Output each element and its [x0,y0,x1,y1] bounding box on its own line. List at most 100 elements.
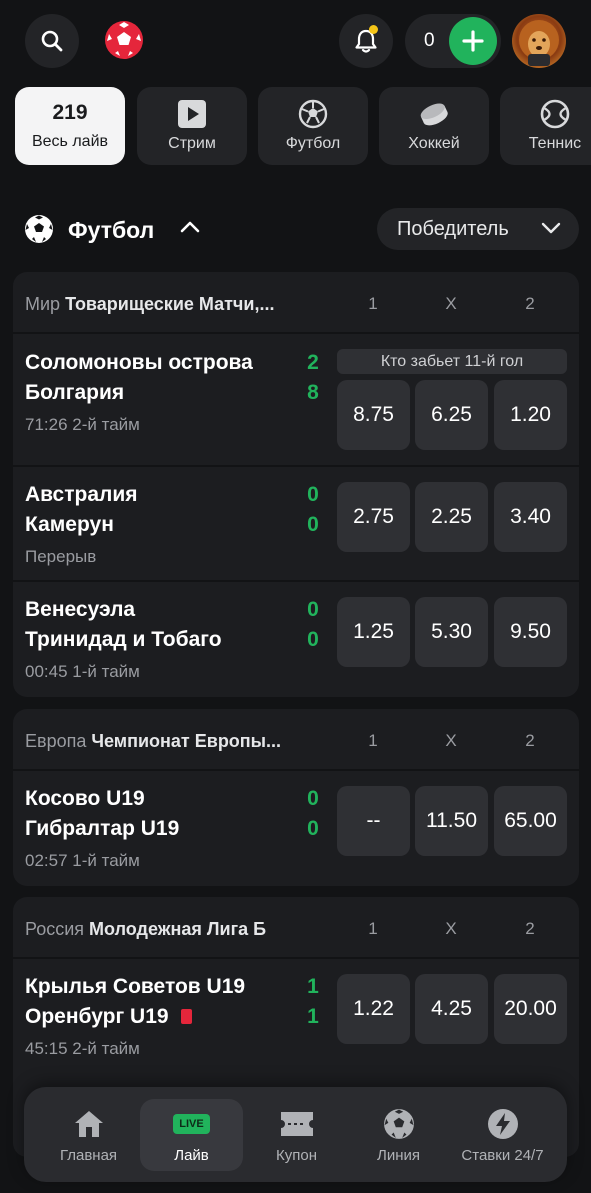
balance-value: 0 [424,30,435,51]
chevron-up-icon[interactable] [180,220,200,234]
odd-button-x[interactable]: 2.25 [415,482,488,552]
search-button[interactable] [25,14,79,68]
match-status: Перерыв [25,547,97,566]
team-away: Камерун [25,513,114,536]
league-name: Россия Молодежная Лига Б [25,919,267,939]
league-card: Мир Товарищеские Матчи,... 1 X 2 Соломон… [13,272,579,697]
odd-button-1[interactable]: 1.25 [337,597,410,667]
tab-all-live[interactable]: 219 Весь лайв [15,87,125,165]
score-away: 8 [307,381,319,404]
column-header-x: X [445,919,457,938]
match-row[interactable]: Крылья Советов U19 Оренбург U19 1 1 45:1… [13,959,579,1074]
tab-hockey[interactable]: Хоккей [379,87,489,165]
team-away: Болгария [25,381,125,404]
score-away: 0 [307,513,319,536]
odd-button-2[interactable]: 1.20 [494,380,567,450]
odd-button-x[interactable]: 5.30 [415,597,488,667]
odd-button-1[interactable]: 2.75 [337,482,410,552]
soccer-ball-icon [383,1109,414,1139]
nav-bets-24-7[interactable]: Ставки 24/7 [451,1099,554,1171]
notification-dot [369,25,378,34]
team-home: Крылья Советов U19 [25,975,246,998]
odd-button-x[interactable]: 4.25 [415,974,488,1044]
lion-avatar-icon [519,20,559,66]
balance-widget[interactable]: 0 [405,14,501,68]
team-away: Гибралтар U19 [25,817,180,840]
soccer-ball-icon [298,99,328,129]
live-count: 219 [52,101,88,124]
team-home: Венесуэла [25,598,136,621]
tab-label: Футбол [285,135,341,152]
league-name: Мир Товарищеские Матчи,... [25,294,275,314]
odd-button-x[interactable]: 6.25 [415,380,488,450]
odd-button-1[interactable]: -- [337,786,410,856]
score-away: 0 [307,817,319,840]
deposit-button[interactable] [449,17,497,65]
team-away: Оренбург U19 [25,1005,192,1029]
match-row[interactable]: Косово U19 Гибралтар U19 0 0 02:57 1-й т… [13,771,579,886]
odd-button-2[interactable]: 3.40 [494,482,567,552]
league-card: Европа Чемпионат Европы... 1 X 2 Косово … [13,709,579,886]
live-icon: LIVE [173,1114,210,1134]
tab-stream[interactable]: Стрим [137,87,247,165]
tab-label: Хоккей [408,135,460,152]
nav-home[interactable]: Главная [37,1099,140,1171]
league-name: Европа Чемпионат Европы... [25,731,282,751]
odd-button-2[interactable]: 20.00 [494,974,567,1044]
market-dropdown[interactable]: Победитель [377,208,579,250]
score-home: 0 [307,598,319,621]
score-home: 0 [307,787,319,810]
score-away: 1 [307,1005,319,1028]
column-header-2: 2 [525,294,535,313]
brand-logo[interactable] [104,20,144,60]
avatar[interactable] [512,14,566,68]
odd-button-1[interactable]: 1.22 [337,974,410,1044]
lightning-icon [487,1109,518,1139]
match-status: 45:15 2-й тайм [25,1039,140,1058]
column-header-1: 1 [368,919,378,938]
bottom-navigation: Главная LIVE Лайв Купон Линия Ставки 24/… [24,1087,567,1182]
nav-line[interactable]: Линия [347,1099,450,1171]
red-card-icon [180,1009,192,1024]
nav-label: Купон [276,1147,317,1164]
search-icon [41,30,63,52]
league-header[interactable]: Россия Молодежная Лига Б 1 X 2 [13,897,579,959]
nav-coupon[interactable]: Купон [245,1099,348,1171]
match-row[interactable]: Венесуэла Тринидад и Тобаго 0 0 00:45 1-… [13,582,579,697]
match-row[interactable]: Австралия Камерун 0 0 Перерыв 2.75 2.25 … [13,467,579,582]
hockey-puck-icon [420,103,448,126]
tab-label: Стрим [168,135,216,152]
nav-label: Главная [59,1147,118,1164]
tennis-ball-icon [540,99,570,129]
score-home: 0 [307,483,319,506]
match-status: 00:45 1-й тайм [25,662,140,681]
score-home: 2 [307,351,319,374]
tab-football[interactable]: Футбол [258,87,368,165]
team-home: Косово U19 [25,787,145,810]
nav-label: Ставки 24/7 [461,1147,544,1164]
league-header[interactable]: Мир Товарищеские Матчи,... 1 X 2 [13,272,579,334]
column-header-2: 2 [525,919,535,938]
category-tabs: 219 Весь лайв Стрим Футбол Хоккей Теннис [15,86,591,166]
tab-label: Теннис [528,135,582,152]
odd-button-x[interactable]: 11.50 [415,786,488,856]
market-dropdown-label: Победитель [397,217,509,240]
column-header-2: 2 [525,731,535,750]
notifications-button[interactable] [339,14,393,68]
tab-label: Весь лайв [31,133,109,150]
market-label: Кто забьет 11-й гол [337,349,567,374]
odd-button-2[interactable]: 9.50 [494,597,567,667]
match-status: 02:57 1-й тайм [25,851,140,870]
odd-button-1[interactable]: 8.75 [337,380,410,450]
play-icon [178,100,206,128]
column-header-1: 1 [368,294,378,313]
match-row[interactable]: Соломоновы острова Болгария 2 8 71:26 2-… [13,334,579,467]
match-status: 71:26 2-й тайм [25,415,140,434]
odd-button-2[interactable]: 65.00 [494,786,567,856]
nav-live[interactable]: LIVE Лайв [140,1099,243,1171]
column-header-x: X [445,294,457,313]
team-home: Соломоновы острова [25,351,253,374]
tab-tennis[interactable]: Теннис [500,87,591,165]
soccer-ball-icon [25,215,53,243]
league-header[interactable]: Европа Чемпионат Европы... 1 X 2 [13,709,579,771]
